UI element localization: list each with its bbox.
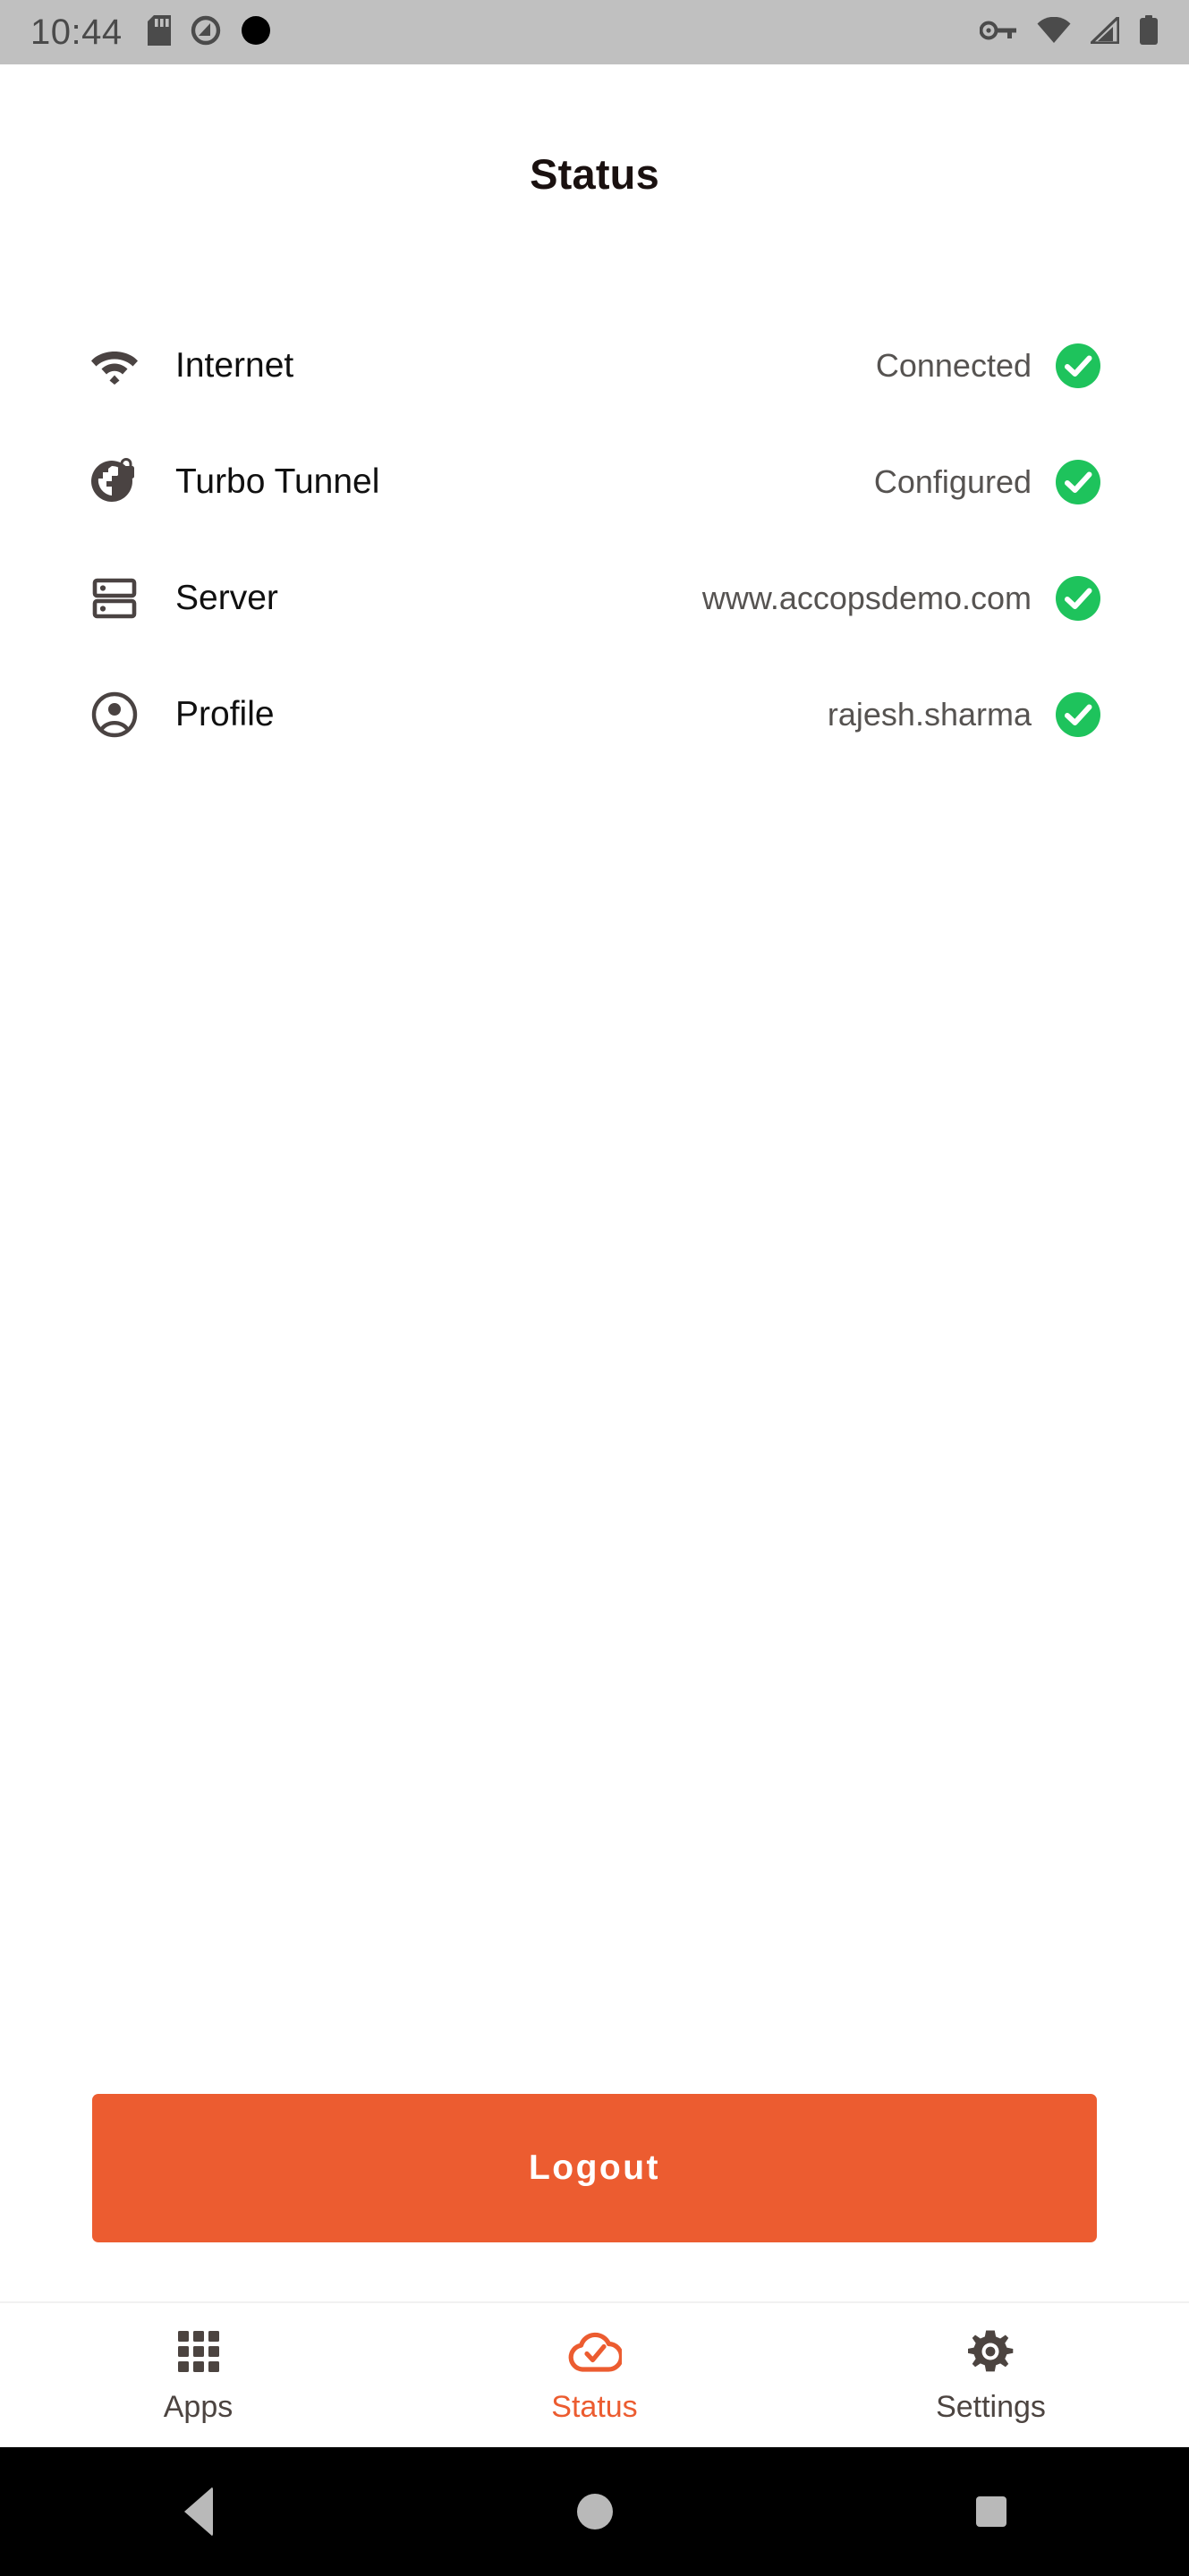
status-bar-left-icons xyxy=(147,14,271,50)
logout-button-container: Logout xyxy=(0,2094,1189,2242)
status-bar-right-icons xyxy=(979,13,1159,50)
system-status-bar: 10:44 xyxy=(0,0,1189,64)
status-bar-clock: 10:44 xyxy=(30,12,123,52)
status-badge-ok xyxy=(1055,691,1101,738)
status-row-value: rajesh.sharma xyxy=(827,696,1032,733)
phone-screen: 10:44 Status Internet Connected Turbo Tu… xyxy=(0,0,1189,2576)
nav-tab-label: Settings xyxy=(936,2390,1046,2424)
server-icon xyxy=(89,573,140,623)
sd-card-icon xyxy=(147,14,171,50)
android-system-navigation-bar xyxy=(0,2447,1189,2576)
page-title: Status xyxy=(530,150,659,198)
status-row-label: Internet xyxy=(175,346,294,385)
wifi-icon xyxy=(89,341,140,391)
status-row-label: Profile xyxy=(175,695,275,733)
black-dot-icon xyxy=(241,15,271,50)
nav-tab-status[interactable]: Status xyxy=(396,2326,793,2425)
battery-icon xyxy=(1139,14,1159,50)
account-icon xyxy=(89,690,140,740)
status-row-server[interactable]: Server www.accopsdemo.com xyxy=(89,540,1101,657)
status-badge-ok xyxy=(1055,343,1101,389)
status-badge-ok xyxy=(1055,575,1101,622)
recents-button[interactable] xyxy=(938,2447,1045,2576)
android-q-logo-icon xyxy=(191,15,221,50)
status-row-label: Server xyxy=(175,579,278,617)
status-row-value: Configured xyxy=(873,463,1032,500)
gear-icon xyxy=(964,2326,1019,2377)
globe-lock-icon xyxy=(89,457,140,507)
wifi-icon xyxy=(1037,16,1071,48)
nav-tab-settings[interactable]: Settings xyxy=(793,2326,1189,2425)
status-list: Internet Connected Turbo Tunnel Configur… xyxy=(0,308,1189,773)
back-button[interactable] xyxy=(145,2447,252,2576)
status-row-label: Turbo Tunnel xyxy=(175,462,380,501)
status-row-value: Connected xyxy=(875,347,1032,384)
apps-grid-icon xyxy=(171,2326,226,2377)
status-row-turbo-tunnel[interactable]: Turbo Tunnel Configured xyxy=(89,424,1101,540)
cloud-check-icon xyxy=(567,2326,623,2377)
nav-tab-apps[interactable]: Apps xyxy=(0,2326,396,2425)
cellular-signal-icon xyxy=(1088,13,1120,48)
nav-tab-label: Status xyxy=(551,2390,638,2424)
bottom-navigation-bar: Apps Status Settings xyxy=(0,2301,1189,2447)
nav-tab-label: Apps xyxy=(163,2390,234,2424)
status-row-internet[interactable]: Internet Connected xyxy=(89,308,1101,424)
logout-button[interactable]: Logout xyxy=(92,2094,1097,2242)
status-row-profile[interactable]: Profile rajesh.sharma xyxy=(89,657,1101,773)
vpn-key-icon xyxy=(979,19,1017,47)
home-button[interactable] xyxy=(541,2447,649,2576)
status-badge-ok xyxy=(1055,459,1101,505)
status-row-value: www.accopsdemo.com xyxy=(701,580,1032,616)
content-spacer: Logout xyxy=(0,773,1189,2301)
